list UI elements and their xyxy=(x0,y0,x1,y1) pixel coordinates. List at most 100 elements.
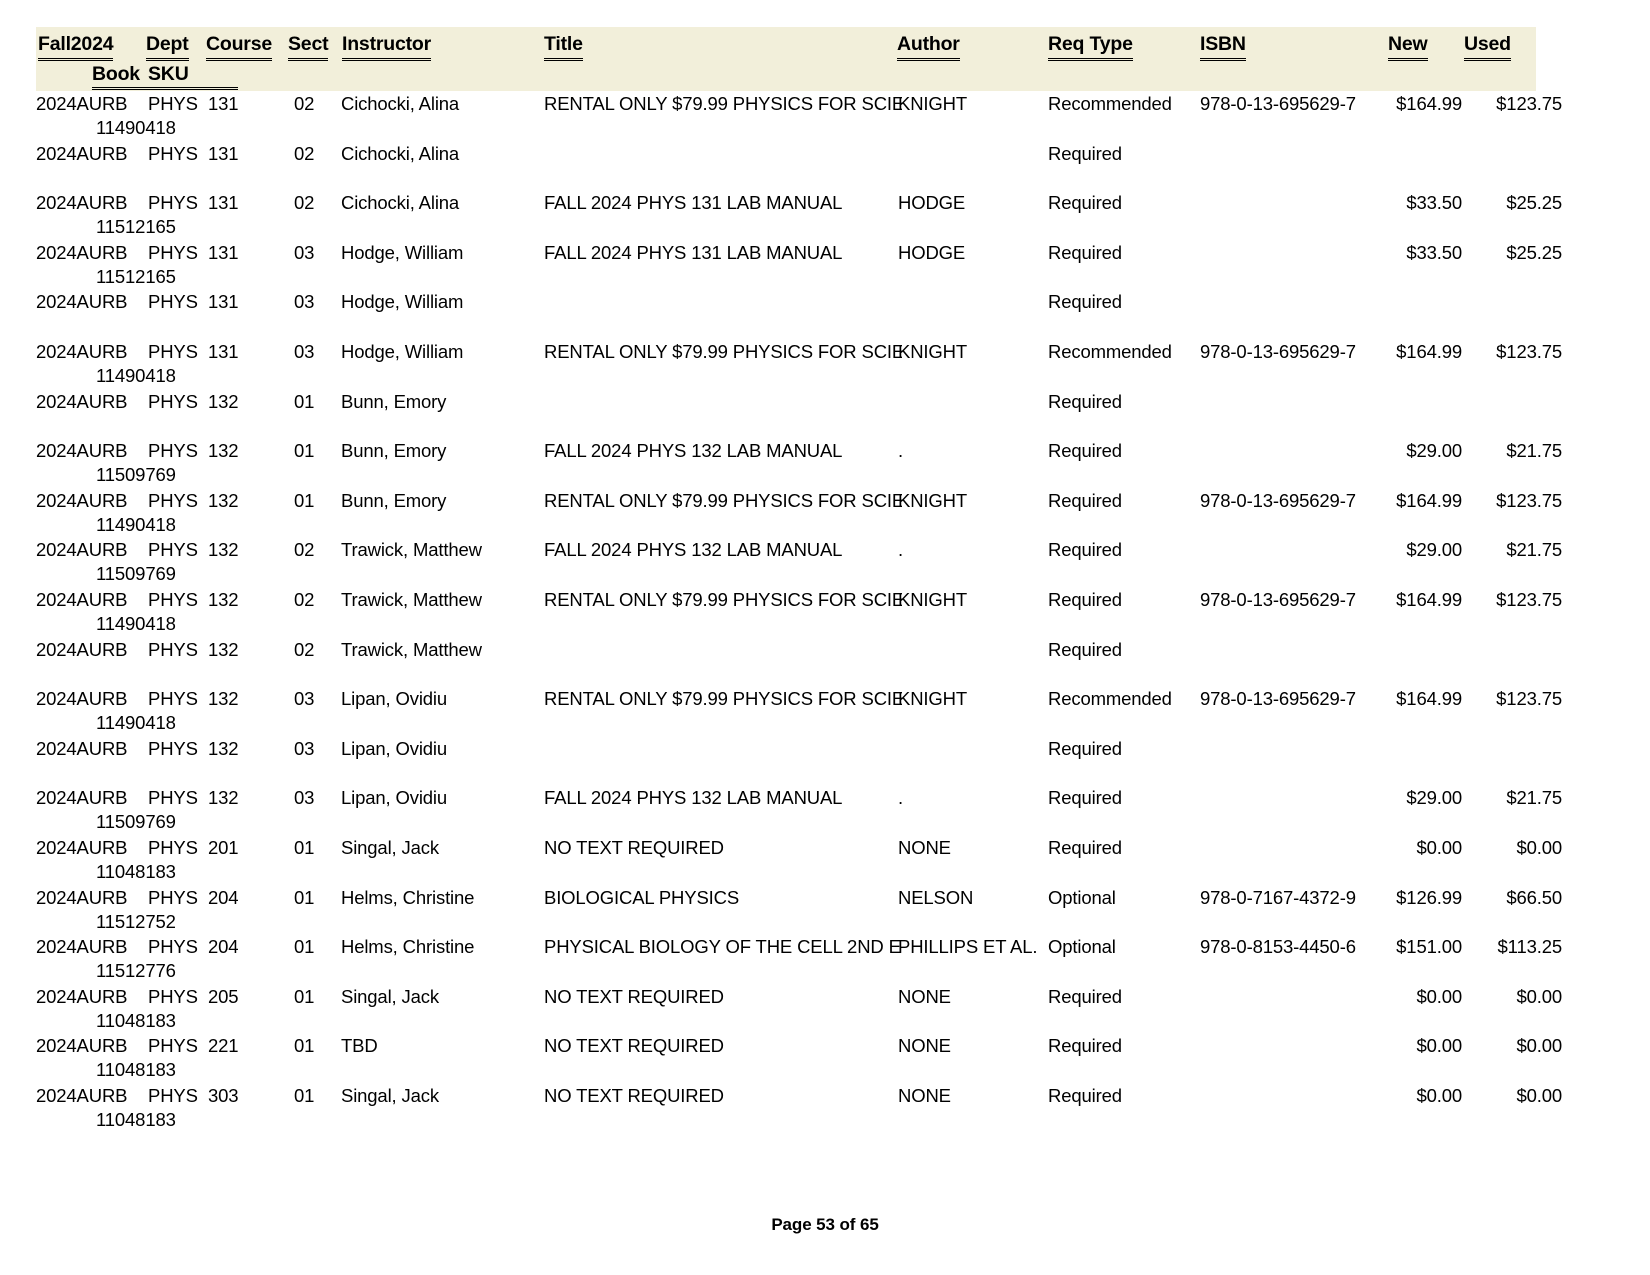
cell-instructor: Trawick, Matthew xyxy=(341,539,482,561)
cell-req-type: Required xyxy=(1048,588,1122,610)
cell-author: . xyxy=(898,787,903,809)
cell-term: 2024AURB xyxy=(36,836,128,858)
cell-new: $164.99 xyxy=(1396,688,1462,710)
cell-instructor: Trawick, Matthew xyxy=(341,588,482,610)
cell-author: NONE xyxy=(898,1084,951,1106)
cell-new: $29.00 xyxy=(1406,440,1462,462)
cell-req-type: Required xyxy=(1048,836,1122,858)
cell-term: 2024AURB xyxy=(36,588,128,610)
table-row: 2024AURB PHYS 204 01 Helms, Christine PHYSICA… xyxy=(36,935,1562,985)
cell-sect: 02 xyxy=(294,588,315,610)
cell-instructor: Lipan, Ovidiu xyxy=(341,787,448,809)
cell-author: KNIGHT xyxy=(898,489,967,511)
table-header-row-secondary: Book SKU xyxy=(36,63,1536,91)
cell-term: 2024AURB xyxy=(36,886,128,908)
cell-course: 131 xyxy=(208,340,239,362)
cell-dept: PHYS xyxy=(148,936,198,958)
cell-sect: 02 xyxy=(294,539,315,561)
page-footer: Page 53 of 65 xyxy=(771,1215,879,1234)
cell-author: KNIGHT xyxy=(898,93,967,114)
table-row: 2024AURB PHYS 204 01 Helms, Christine BIOLOGI… xyxy=(36,886,1562,936)
cell-book-sku: 11048183 xyxy=(96,1059,176,1081)
cell-course: 132 xyxy=(208,638,239,660)
cell-title: NO TEXT REQUIRED xyxy=(544,1035,724,1057)
table-row: 2024AURB PHYS 131 02 Cichocki, Alina Required xyxy=(36,142,1536,192)
cell-dept: PHYS xyxy=(148,142,198,164)
table-row: 2024AURB PHYS 132 03 Lipan, Ovidiu RENTAL ONL… xyxy=(36,687,1562,737)
cell-new: $29.00 xyxy=(1406,787,1462,809)
cell-req-type: Required xyxy=(1048,241,1122,263)
cell-course: 132 xyxy=(208,440,239,462)
cell-instructor: Lipan, Ovidiu xyxy=(341,737,448,759)
cell-dept: PHYS xyxy=(148,886,198,908)
cell-title: PHYSICAL BIOLOGY OF THE CELL 2ND E xyxy=(544,936,901,958)
column-header-isbn: ISBN xyxy=(1200,33,1246,61)
cell-term: 2024AURB xyxy=(36,688,128,710)
cell-course: 303 xyxy=(208,1084,239,1106)
cell-sect: 03 xyxy=(294,787,315,809)
column-header-req-type: Req Type xyxy=(1048,33,1133,61)
cell-sect: 03 xyxy=(294,688,315,710)
cell-term: 2024AURB xyxy=(36,93,128,114)
cell-course: 201 xyxy=(208,836,239,858)
cell-used: $25.25 xyxy=(1506,192,1562,214)
cell-dept: PHYS xyxy=(148,489,198,511)
column-header-sect: Sect xyxy=(288,33,329,61)
column-header-book: Book xyxy=(92,63,140,85)
cell-instructor: Cichocki, Alina xyxy=(341,192,460,214)
cell-req-type: Recommended xyxy=(1048,688,1172,710)
cell-req-type: Required xyxy=(1048,489,1122,511)
cell-req-type: Required xyxy=(1048,787,1122,809)
cell-sect: 01 xyxy=(294,489,315,511)
cell-req-type: Required xyxy=(1048,985,1122,1007)
cell-req-type: Required xyxy=(1048,1084,1122,1106)
cell-title: RENTAL ONLY $79.99 PHYSICS FOR SCIE xyxy=(544,489,902,511)
cell-term: 2024AURB xyxy=(36,787,128,809)
cell-term: 2024AURB xyxy=(36,142,128,164)
cell-book-sku: 11512165 xyxy=(96,265,176,287)
cell-new: $164.99 xyxy=(1396,588,1462,610)
cell-req-type: Required xyxy=(1048,390,1122,412)
cell-author: . xyxy=(898,440,903,462)
cell-used: $123.75 xyxy=(1496,588,1562,610)
cell-instructor: Bunn, Emory xyxy=(341,440,447,462)
cell-course: 132 xyxy=(208,688,239,710)
cell-author: HODGE xyxy=(898,192,966,214)
cell-book-sku: 11490418 xyxy=(96,513,176,535)
cell-req-type: Required xyxy=(1048,737,1122,759)
cell-dept: PHYS xyxy=(148,291,198,313)
cell-instructor: Hodge, William xyxy=(341,340,464,362)
cell-instructor: Cichocki, Alina xyxy=(341,93,460,114)
cell-title: RENTAL ONLY $79.99 PHYSICS FOR SCIE xyxy=(544,688,902,710)
cell-course: 221 xyxy=(208,1035,239,1057)
cell-sect: 01 xyxy=(294,836,315,858)
table-row: 2024AURB PHYS 132 03 Lipan, Ovidiu FALL 2024 … xyxy=(36,786,1562,836)
cell-dept: PHYS xyxy=(148,93,198,114)
cell-new: $29.00 xyxy=(1406,539,1462,561)
cell-title: NO TEXT REQUIRED xyxy=(544,1084,724,1106)
cell-course: 132 xyxy=(208,539,239,561)
table-row: 2024AURB PHYS 132 02 Trawick, Matthew Require… xyxy=(36,638,1536,688)
cell-course: 132 xyxy=(208,787,239,809)
cell-instructor: Helms, Christine xyxy=(341,936,475,958)
table-row: 2024AURB PHYS 132 01 Bunn, Emory FALL 2024 PH… xyxy=(36,439,1562,489)
report-page: Fall2024 Dept Course Sect Instructor Tit… xyxy=(0,0,1650,1275)
table-header-row-primary: Fall2024 Dept Course Sect Instructor Tit… xyxy=(36,33,1536,61)
cell-req-type: Required xyxy=(1048,192,1122,214)
cell-new: $164.99 xyxy=(1396,93,1462,114)
cell-dept: PHYS xyxy=(148,985,198,1007)
cell-title: RENTAL ONLY $79.99 PHYSICS FOR SCIE xyxy=(544,93,902,114)
cell-title: FALL 2024 PHYS 132 LAB MANUAL xyxy=(544,787,843,809)
table-header: Fall2024 Dept Course Sect Instructor Tit… xyxy=(36,27,1536,91)
cell-dept: PHYS xyxy=(148,241,198,263)
cell-author: NONE xyxy=(898,836,951,858)
cell-instructor: Singal, Jack xyxy=(341,1084,439,1106)
cell-book-sku: 11048183 xyxy=(96,860,176,882)
cell-author: NONE xyxy=(898,1035,951,1057)
cell-req-type: Required xyxy=(1048,1035,1122,1057)
cell-new: $33.50 xyxy=(1406,241,1462,263)
cell-req-type: Required xyxy=(1048,440,1122,462)
cell-term: 2024AURB xyxy=(36,737,128,759)
cell-course: 131 xyxy=(208,241,239,263)
cell-term: 2024AURB xyxy=(36,985,128,1007)
